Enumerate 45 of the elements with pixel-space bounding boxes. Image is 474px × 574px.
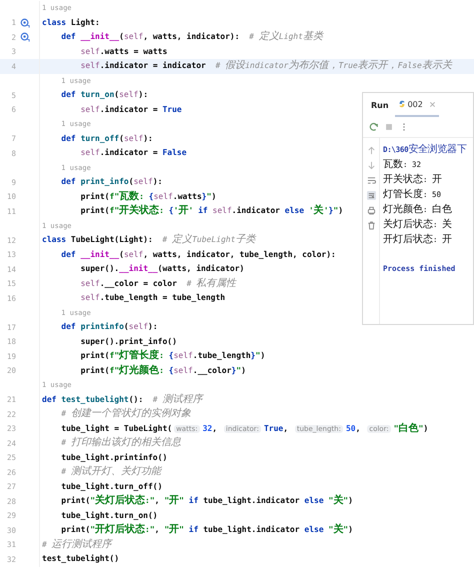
code-line: print("开灯后状态:", "开" if tube_light.indicator else "关") — [60, 523, 353, 538]
code-line: print(f"开关状态: {'开' if self.indicator else '关'}") — [80, 204, 344, 218]
more-icon[interactable] — [402, 122, 406, 132]
code-line: print("关灯后状态:", "开" if tube_light.indicator else "关") — [60, 494, 353, 508]
code-line: print(f"灯光颜色: {self.__color}") — [80, 364, 246, 378]
up-arrow-icon[interactable] — [366, 146, 376, 155]
code-line: def __init__(self, watts, indicator): # 定义Light基类 — [60, 30, 323, 44]
code-line: self.tube_length = tube_length — [80, 292, 226, 304]
override-icon[interactable] — [20, 18, 30, 28]
rerun-icon[interactable] — [369, 122, 379, 132]
code-line: class TubeLight(Light): # 定义TubeLight子类 — [41, 233, 256, 248]
code-line: def turn_off(self): — [60, 132, 153, 145]
code-line: self.__color = color # 私有属性 — [80, 276, 236, 291]
code-line: tube_light.turn_off() — [60, 480, 162, 493]
scroll-to-end-icon[interactable] — [366, 191, 376, 200]
code-line: def printinfo(self): — [60, 321, 158, 334]
print-icon[interactable] — [366, 206, 376, 215]
code-line: # 测试开灯、关灯功能 — [60, 465, 161, 480]
code-line: # 创建一个管状灯的实例对象 — [60, 407, 191, 422]
panel-title: Run — [371, 100, 389, 110]
run-tab[interactable]: 002 — [394, 93, 439, 117]
code-line: super().__init__(watts, indicator) — [80, 263, 244, 276]
soft-wrap-icon[interactable] — [366, 176, 376, 185]
override-icon[interactable] — [20, 32, 30, 42]
code-line: def test_tubelight(): # 测试程序 — [41, 392, 202, 407]
code-line: # 运行测试程序 — [41, 538, 112, 552]
code-line: def print_info(self): — [60, 176, 162, 188]
code-line: print(f"灯管长度: {self.tube_length}") — [80, 349, 266, 364]
code-line: tube_light.turn_on() — [60, 510, 158, 522]
code-line: self.indicator = indicator # 假设indicator为布尔值，True表示开，False表示关 — [80, 59, 452, 74]
code-line: super().print_info() — [80, 336, 177, 348]
code-line: self.watts = watts — [80, 46, 168, 58]
trash-icon[interactable] — [366, 221, 376, 230]
code-line: class Light: — [41, 16, 100, 29]
close-icon[interactable] — [428, 100, 436, 108]
code-line: self.indicator = False — [80, 147, 187, 160]
code-line: tube_light.printinfo() — [60, 452, 168, 464]
code-line: def __init__(self, watts, indicator, tube_length, color): — [60, 248, 336, 261]
down-arrow-icon[interactable] — [366, 161, 376, 170]
code-line: self.indicator = True — [80, 104, 182, 116]
code-line: test_tubelight() — [41, 553, 120, 566]
python-icon — [398, 100, 406, 108]
code-line: # 打印输出该灯的相关信息 — [60, 436, 181, 450]
code-line: def turn_on(self): — [60, 89, 148, 102]
code-line: print(f"瓦数: {self.watts}") — [80, 190, 216, 204]
